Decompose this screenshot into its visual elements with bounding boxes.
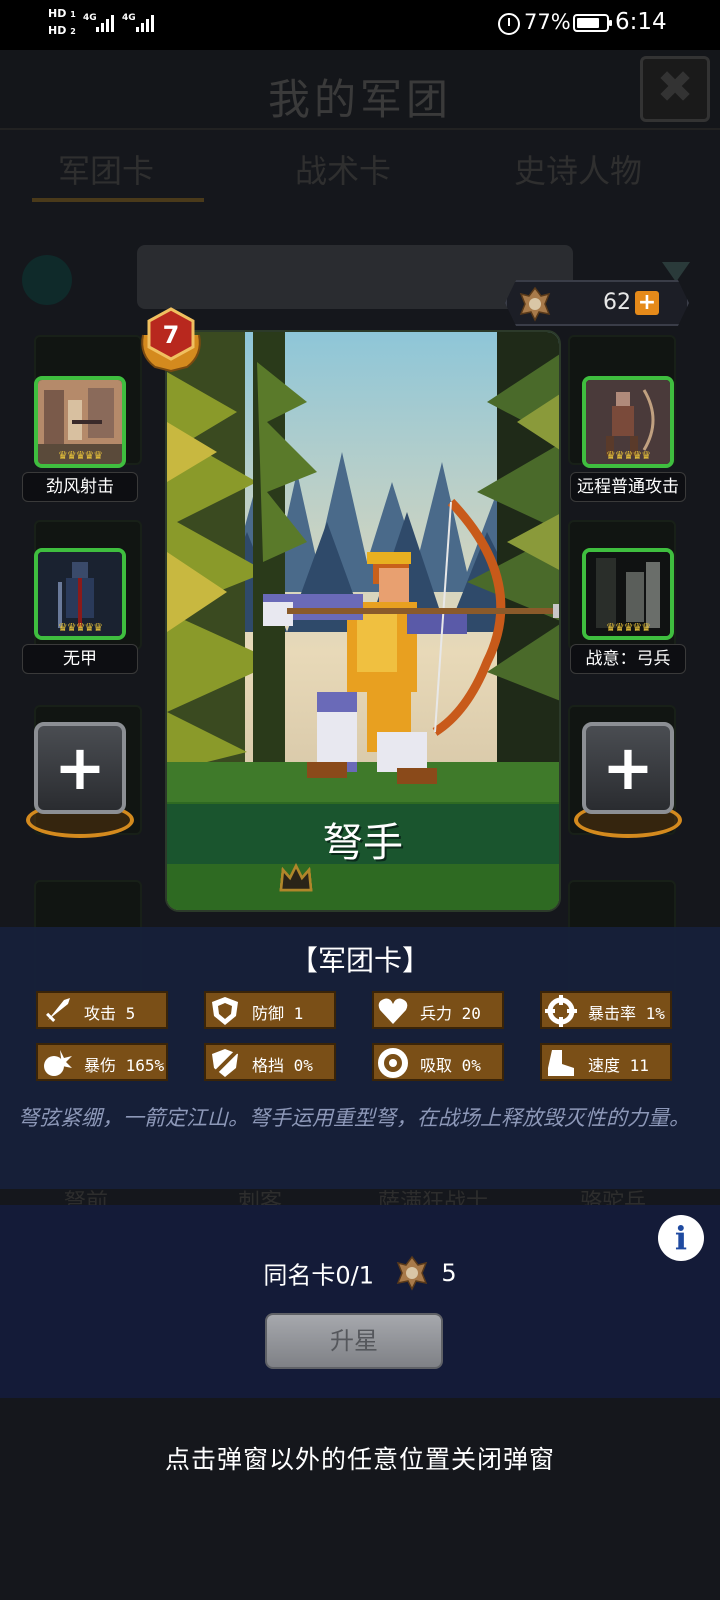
duplicate-card-count: 同名卡0/1 5 [0, 1253, 720, 1293]
tab-tactic-cards: 战术卡 [295, 152, 392, 190]
stat-crit-damage-text: 暴伤 165% [84, 1056, 165, 1075]
block-icon [212, 1049, 238, 1077]
stat-speed: 速度 11 [540, 1043, 672, 1081]
skill-label: 战意：弓兵 [570, 644, 686, 674]
card-description: 弩弦紧绷，一箭定江山。弩手运用重型弩，在战场上释放毁灭性的力量。 [18, 1106, 690, 1130]
skill-ranged-attack-icon: ♛♛♛♛♛ [582, 376, 674, 468]
list-view-icon [22, 255, 72, 305]
tab-epic-heroes: 史诗人物 [514, 152, 643, 190]
duplicate-card-text: 同名卡0/1 [263, 1261, 375, 1290]
tab-legion-cards: 军团卡 [58, 152, 155, 190]
stat-speed-text: 速度 11 [588, 1056, 649, 1075]
card-star-rating [279, 862, 451, 898]
tab-underline [32, 198, 204, 202]
currency-value: 62 [603, 290, 631, 315]
skill-crowns: ♛♛♛♛♛ [57, 621, 103, 634]
upgrade-star-button[interactable]: 升星 [265, 1313, 443, 1369]
stat-lifesteal: 吸取 0% [372, 1043, 504, 1081]
network-label-1: 4G [83, 13, 97, 23]
add-skill-slot-left[interactable]: + [22, 722, 138, 842]
card-level-badge: 7 [141, 307, 201, 373]
alarm-icon [498, 13, 520, 35]
card-name: 弩手 [323, 820, 403, 866]
signal-icon-1 [96, 12, 114, 32]
currency-display: 62 + [505, 280, 689, 326]
hd1-label: HD [48, 7, 67, 20]
heart-icon [378, 998, 408, 1024]
hd-indicators: HD 1 HD 2 [48, 8, 76, 38]
hd2-sub-label: 2 [70, 27, 76, 36]
skill-crowns: ♛♛♛♛♛ [605, 621, 651, 634]
hd2-label: HD [48, 24, 67, 37]
add-currency-button[interactable]: + [635, 291, 659, 315]
stat-crit-rate: 暴击率 1% [540, 991, 672, 1029]
stat-troops: 兵力 20 [372, 991, 504, 1029]
clock-time: 6:14 [615, 9, 667, 35]
network-label-2: 4G [122, 13, 136, 23]
star-crown-icon [279, 863, 313, 892]
battery-icon [573, 14, 612, 32]
skill-label: 劲风射击 [22, 472, 138, 502]
hd1-sub-label: 1 [70, 10, 76, 19]
stat-troops-text: 兵力 20 [420, 1004, 481, 1023]
stat-defense: 防御 1 [204, 991, 336, 1029]
vortex-icon [378, 1048, 408, 1078]
card-level-text: 7 [163, 321, 180, 349]
upgrade-section: i 同名卡0/1 5 升星 [0, 1205, 720, 1398]
crosshair-icon [545, 995, 577, 1027]
battery-percent: 77% [524, 10, 571, 34]
add-skill-slot-right[interactable]: + [570, 722, 686, 842]
upgrade-cost: 5 [441, 1259, 457, 1287]
background-title: 我的军团 [267, 75, 452, 124]
signal-icon-2 [136, 12, 154, 32]
skill-crowns: ♛♛♛♛♛ [57, 449, 103, 462]
skill-no-armor-icon: ♛♛♛♛♛ [34, 548, 126, 640]
boot-icon [548, 1050, 574, 1076]
skill-label: 远程普通攻击 [570, 472, 686, 502]
close-popup-hint[interactable]: 点击弹窗以外的任意位置关闭弹窗 [0, 1440, 720, 1476]
add-skill-button-left[interactable]: + [34, 722, 126, 814]
panel-title: 【军团卡】 [289, 944, 430, 977]
background-tabs: 军团卡 战术卡 史诗人物 [0, 140, 720, 202]
filter-icon [662, 262, 690, 282]
stat-block: 格挡 0% [204, 1043, 336, 1081]
skill-label: 无甲 [22, 644, 138, 674]
stat-crit-rate-text: 暴击率 1% [588, 1004, 665, 1023]
burst-icon [44, 1050, 72, 1076]
background-close-button: ✖ [640, 56, 710, 122]
stat-block-text: 格挡 0% [252, 1056, 313, 1075]
skill-gust-shot-icon: ♛♛♛♛♛ [34, 376, 126, 468]
stat-defense-text: 防御 1 [252, 1004, 304, 1023]
unit-card: 弩手 [165, 330, 561, 912]
skill-archer-spirit-icon: ♛♛♛♛♛ [582, 548, 674, 640]
stat-lifesteal-text: 吸取 0% [420, 1056, 481, 1075]
sword-icon [44, 998, 70, 1024]
stat-crit-damage: 暴伤 165% [36, 1043, 168, 1081]
add-skill-button-right[interactable]: + [582, 722, 674, 814]
skill-crowns: ♛♛♛♛♛ [605, 449, 651, 462]
stat-attack-text: 攻击 5 [84, 1004, 136, 1023]
shield-icon [212, 997, 238, 1025]
laurel-emblem-icon [519, 286, 551, 322]
laurel-emblem-icon [396, 1255, 427, 1291]
stat-attack: 攻击 5 [36, 991, 168, 1029]
background-header: 我的军团 ✖ [0, 50, 720, 130]
card-info-panel: 【军团卡】 攻击 5 防御 1 兵力 20 暴击率 1% 暴伤 165% 格挡 … [0, 927, 720, 1189]
status-bar: HD 1 HD 2 4G 4G 77% 6:14 [0, 0, 720, 50]
